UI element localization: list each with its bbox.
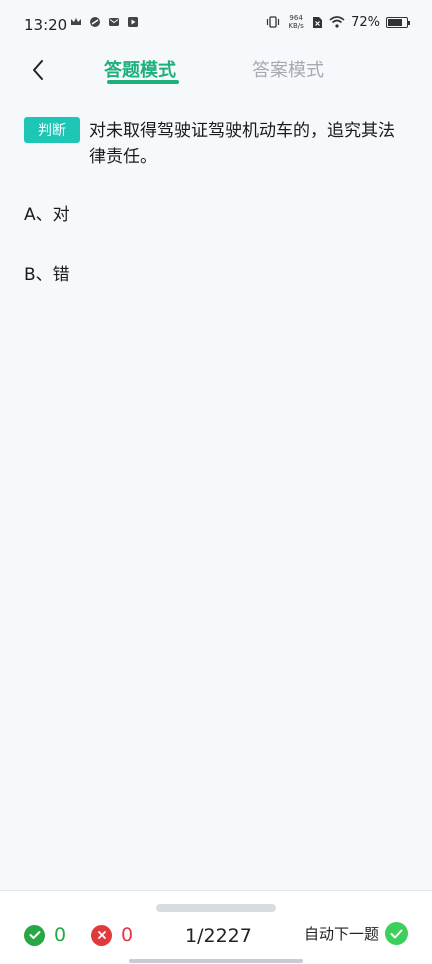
auto-next-toggle[interactable]: 自动下一题 [304,922,408,945]
option-a[interactable]: A、对 [24,199,404,231]
correct-count: 0 [54,924,67,946]
notification-icons [70,16,139,28]
correct-stat: 0 [24,924,66,946]
status-right: 964 KB/s 72% [266,14,410,30]
network-speed-unit: KB/s [288,22,304,30]
question-progress[interactable]: 1/2227 [185,925,252,947]
back-button[interactable] [24,56,52,84]
app-notification-icon [90,17,100,27]
no-sim-icon [313,16,323,28]
battery-icon [386,16,410,28]
wifi-icon [329,16,345,28]
network-speed-value: 964 [289,14,303,22]
wrong-count: 0 [121,924,134,946]
bottom-bar: 0 0 1/2227 自动下一题 [0,890,432,964]
question-text: 对未取得驾驶证驾驶机动车的，追究其法律责任。 [89,121,395,167]
active-tab-indicator [107,80,179,84]
vibrate-icon [266,16,280,28]
check-circle-icon [385,922,408,945]
home-indicator[interactable] [129,959,303,963]
status-bar: 13:20 964 KB/s 72% [0,0,432,50]
close-circle-icon [91,924,112,946]
tab-key-mode[interactable]: 答案模式 [252,56,324,82]
wrong-stat: 0 [91,924,133,946]
auto-next-label: 自动下一题 [303,925,379,943]
chevron-left-icon [33,60,43,80]
check-circle-icon [24,924,45,946]
network-speed: 964 KB/s [286,14,306,30]
option-b[interactable]: B、错 [24,259,404,291]
sheet-drag-handle[interactable] [156,904,276,912]
play-store-icon [128,17,138,27]
status-time: 13:20 [24,16,68,34]
crown-icon [71,18,81,25]
mail-icon [109,18,119,26]
question-type-badge: 判断 [24,117,80,143]
tab-answer-mode[interactable]: 答题模式 [104,56,176,82]
battery-percent: 72% [351,14,380,30]
